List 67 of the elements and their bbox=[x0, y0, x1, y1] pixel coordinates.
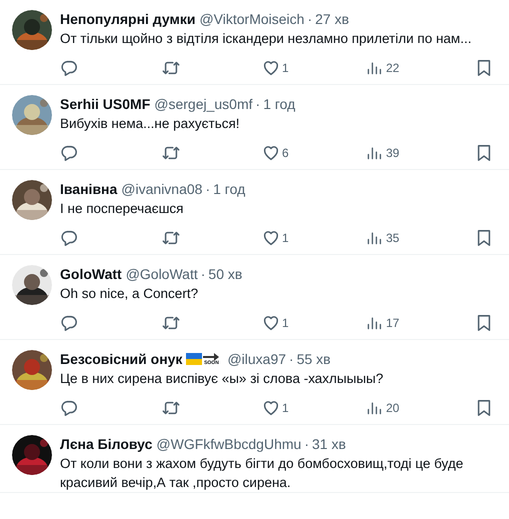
like-count: 6 bbox=[282, 145, 289, 162]
retweet-icon[interactable] bbox=[162, 399, 180, 417]
bar-chart-icon[interactable] bbox=[366, 145, 382, 161]
heart-icon[interactable] bbox=[262, 59, 280, 77]
reply-icon[interactable] bbox=[60, 399, 78, 417]
arrow-icon bbox=[203, 352, 220, 360]
author-handle[interactable]: @GoloWatt bbox=[126, 265, 198, 283]
author-name[interactable]: Непопулярні думки bbox=[60, 10, 196, 28]
author-handle[interactable]: @ivanivna08 bbox=[121, 180, 202, 198]
bookmark-icon[interactable] bbox=[476, 59, 492, 77]
author-handle[interactable]: @WGFkfwBbcdgUhmu bbox=[156, 435, 302, 453]
author-name[interactable]: GoloWatt bbox=[60, 265, 122, 283]
reply-icon[interactable] bbox=[60, 229, 78, 247]
author-handle[interactable]: @ViktorMoiseich bbox=[199, 10, 304, 28]
like-count: 1 bbox=[282, 400, 289, 417]
separator-dot: · bbox=[205, 180, 210, 198]
retweet-icon[interactable] bbox=[162, 314, 180, 332]
view-count: 20 bbox=[386, 400, 400, 417]
view-count: 17 bbox=[386, 315, 400, 332]
view-count: 35 bbox=[386, 230, 400, 247]
bookmark-icon[interactable] bbox=[476, 314, 492, 332]
like-count: 1 bbox=[282, 230, 289, 247]
reply-text: От коли вони з жахом будуть бігти до бомбосховищ,тоді це буде красивий вечір,А так ,просто сирена. bbox=[60, 455, 464, 492]
heart-icon[interactable] bbox=[262, 399, 280, 417]
retweet-icon[interactable] bbox=[162, 144, 180, 162]
author-name[interactable]: Лєна Біловус bbox=[60, 435, 152, 453]
like-count: 1 bbox=[282, 315, 289, 332]
separator-dot: · bbox=[304, 435, 309, 453]
bar-chart-icon[interactable] bbox=[366, 400, 382, 416]
bar-chart-icon[interactable] bbox=[366, 230, 382, 246]
post-time[interactable]: 31 хв bbox=[312, 435, 346, 453]
retweet-icon[interactable] bbox=[162, 59, 180, 77]
separator-dot: · bbox=[289, 350, 294, 368]
view-count: 39 bbox=[386, 145, 400, 162]
reply-icon[interactable] bbox=[60, 144, 78, 162]
reply-text: Oh so nice, a Concert? bbox=[60, 285, 200, 303]
post-time[interactable]: 55 хв bbox=[296, 350, 331, 368]
heart-icon[interactable] bbox=[262, 144, 280, 162]
bookmark-icon[interactable] bbox=[476, 144, 492, 162]
view-count: 22 bbox=[386, 60, 400, 77]
reply-icon[interactable] bbox=[60, 59, 78, 77]
author-handle[interactable]: @sergej_us0mf bbox=[154, 95, 253, 113]
like-count: 1 bbox=[282, 60, 289, 77]
bookmark-icon[interactable] bbox=[476, 399, 492, 417]
post-time[interactable]: 1 год bbox=[263, 95, 296, 113]
reply-text: І не посперечаєшся bbox=[60, 200, 184, 218]
post-time[interactable]: 27 хв bbox=[315, 10, 350, 28]
post-time[interactable]: 1 год bbox=[213, 180, 246, 198]
author-name[interactable]: Іванівна bbox=[60, 180, 118, 198]
author-name[interactable]: Serhii US0MF bbox=[60, 95, 150, 113]
separator-dot: · bbox=[200, 265, 206, 283]
reply-text: От тільки щойно з відтіля іскандери незламно прилетіли по нам... bbox=[60, 30, 472, 48]
separator-dot: · bbox=[256, 95, 260, 113]
reply-text: Вибухів нема...не рахується! bbox=[60, 115, 241, 133]
author-handle[interactable]: @iluxa97 bbox=[227, 350, 286, 368]
heart-icon[interactable] bbox=[262, 314, 280, 332]
reply-icon[interactable] bbox=[60, 314, 78, 332]
post-time[interactable]: 50 хв bbox=[208, 265, 242, 283]
bookmark-icon[interactable] bbox=[476, 229, 492, 247]
flag-icon bbox=[186, 353, 202, 365]
author-name[interactable]: Безсовісний онук bbox=[60, 350, 182, 368]
separator-dot: · bbox=[307, 10, 312, 28]
retweet-icon[interactable] bbox=[162, 229, 180, 247]
bar-chart-icon[interactable] bbox=[366, 315, 382, 331]
heart-icon[interactable] bbox=[262, 229, 280, 247]
reply-text: Це в них сирена виспівує «ы» зі слова -хахлыыыы? bbox=[60, 370, 384, 388]
bar-chart-icon[interactable] bbox=[366, 60, 382, 76]
